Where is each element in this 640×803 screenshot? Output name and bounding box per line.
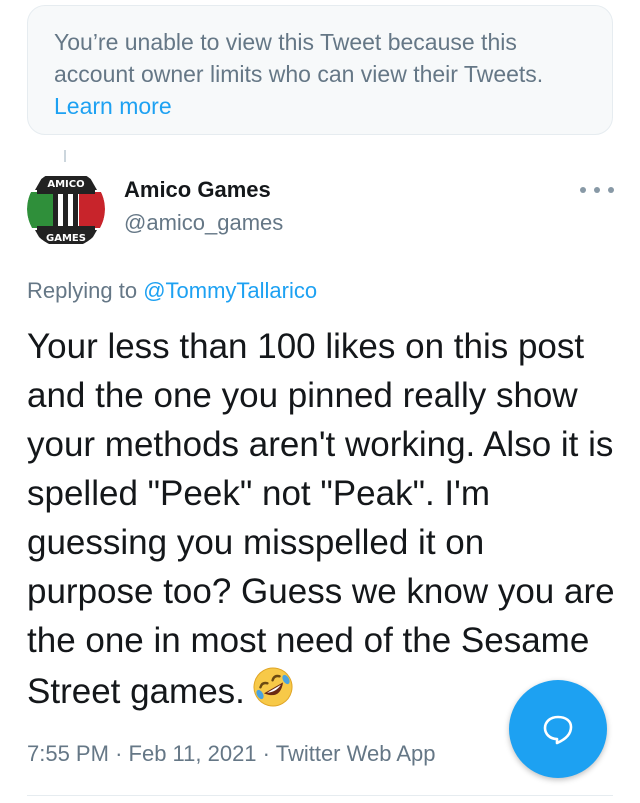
- tweet-time[interactable]: 7:55 PM: [27, 741, 109, 766]
- avatar-text-top: AMICO: [47, 179, 84, 190]
- learn-more-link[interactable]: Learn more: [54, 93, 172, 119]
- rolling-on-floor-laughing-emoji: [251, 665, 295, 709]
- thread-connector: [64, 150, 66, 162]
- restricted-tweet-notice: You’re unable to view this Tweet because…: [27, 5, 613, 135]
- replying-to-mention[interactable]: @TommyTallarico: [143, 278, 317, 303]
- meta-separator: ·: [115, 741, 123, 766]
- replying-prefix: Replying to: [27, 278, 138, 303]
- reply-bubble-icon: [543, 715, 573, 745]
- replying-to: Replying to @TommyTallarico: [27, 277, 317, 305]
- reply-button[interactable]: [509, 680, 607, 778]
- tweet-source[interactable]: Twitter Web App: [276, 741, 436, 766]
- meta-separator: ·: [262, 741, 270, 766]
- avatar-text-bottom: GAMES: [46, 233, 86, 244]
- author-name[interactable]: Amico Games: [124, 176, 271, 204]
- tweet-body: Your less than 100 likes on this post an…: [27, 322, 617, 716]
- divider: [27, 795, 613, 796]
- tweet-date[interactable]: Feb 11, 2021: [129, 741, 257, 766]
- amico-games-logo-icon: AMICO GAMES: [27, 170, 105, 248]
- more-options-icon[interactable]: [580, 180, 614, 200]
- author-handle[interactable]: @amico_games: [124, 209, 283, 237]
- notice-text: You’re unable to view this Tweet because…: [54, 29, 544, 87]
- avatar[interactable]: AMICO GAMES: [27, 170, 105, 248]
- tweet-meta: 7:55 PM · Feb 11, 2021 · Twitter Web App: [27, 740, 436, 768]
- tweet-text: Your less than 100 likes on this post an…: [27, 327, 615, 711]
